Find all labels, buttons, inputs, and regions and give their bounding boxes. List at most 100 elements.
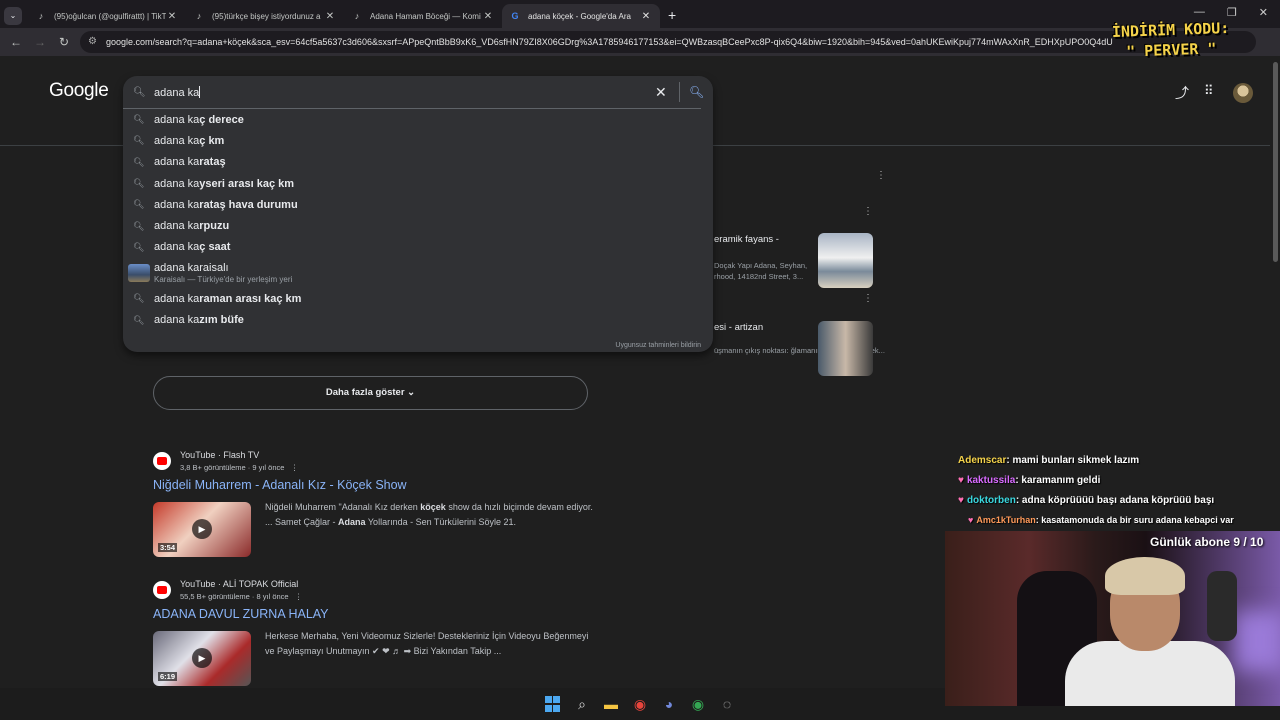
clear-search-icon[interactable]: ✕ [655, 84, 667, 101]
tab-title: adana köçek - Google'da Ara [528, 11, 631, 21]
suggestion-prefix: adana ka [154, 292, 200, 305]
address-bar[interactable]: ⚙ google.com/search?q=adana+köçek&sca_es… [80, 31, 1256, 53]
chat-message: ♥ kaktussila: karamanım geldi [958, 475, 1100, 486]
more-options-icon[interactable]: ⋮ [876, 170, 886, 181]
search-icon: 🔍︎ [133, 87, 146, 98]
side-card-title[interactable]: eramik fayans - [714, 234, 779, 245]
browser-tab[interactable]: ♪ (95)türkçe bişey istiyordunuz a ✕ [186, 4, 344, 28]
show-more-button[interactable]: Daha fazla göster ⌄ [153, 376, 588, 410]
chat-text: : karamanım geldi [1015, 475, 1101, 486]
new-tab-plus-icon[interactable]: + [668, 7, 676, 23]
suggestion-prefix: adana ka [154, 113, 200, 126]
suggestion-completion: ç km [199, 134, 225, 147]
close-tab-icon[interactable]: ✕ [166, 11, 178, 22]
search-input-row: 🔍︎ adana ka ✕ 🔍︎ [123, 76, 704, 109]
promo-code-overlay: İNDİRİM KODU: " PERVER " [1103, 18, 1238, 67]
suggestion-text: adana kaç saat [154, 241, 230, 253]
apps-grid-icon[interactable]: ⠿ [1204, 83, 1214, 99]
search-icon: 🔍︎ [133, 241, 145, 252]
suggestion-prefix: adana ka [154, 177, 200, 190]
account-avatar[interactable] [1233, 83, 1253, 103]
suggestion-item[interactable]: 🔍︎ adana kaç saat [123, 237, 713, 258]
search-icon[interactable]: ⌕ [574, 696, 590, 712]
suggestion-item[interactable]: 🔍︎ adana kazım büfe [123, 309, 713, 330]
google-logo[interactable]: Google [49, 80, 109, 102]
search-icon: 🔍︎ [133, 314, 145, 325]
result-source[interactable]: YouTube · ALİ TOPAK Official [180, 579, 298, 589]
suggestion-completion: zım büfe [199, 314, 244, 327]
more-options-icon[interactable]: ⋮ [863, 206, 873, 217]
tab-title: (95)türkçe bişey istiyordunuz a [212, 11, 321, 21]
heart-badge-icon: ♥ [958, 495, 964, 506]
video-duration: 6:19 [158, 672, 178, 681]
chrome-icon[interactable]: ◉ [632, 696, 648, 712]
reload-icon[interactable]: ↻ [52, 35, 76, 49]
scrollbar-thumb[interactable] [1273, 62, 1278, 262]
suggestion-item[interactable]: 🔍︎ adana kayseri arası kaç km [123, 173, 713, 194]
suggestion-text: adana kaç km [154, 135, 224, 147]
minimize-icon[interactable]: — [1194, 6, 1205, 19]
suggestion-completion: yseri arası kaç km [199, 177, 295, 190]
suggestion-item[interactable]: adana karaisalı Karaisalı — Türkiye'de bi… [123, 258, 713, 288]
result-title-link[interactable]: Niğdeli Muharrem - Adanalı Kız - Köçek S… [153, 478, 407, 492]
browser-tab-active[interactable]: G adana köçek - Google'da Ara ✕ [502, 4, 660, 28]
result-meta-text: 3,8 B+ görüntüleme · 9 yıl önce [180, 463, 285, 472]
close-tab-icon[interactable]: ✕ [324, 11, 336, 22]
suggestion-item[interactable]: 🔍︎ adana karpuzu [123, 215, 713, 236]
divider [679, 82, 680, 102]
chevron-down-icon: ⌄ [407, 387, 416, 398]
video-thumbnail[interactable]: ▶ 3:54 [153, 502, 251, 557]
chrome-icon[interactable]: ◉ [690, 696, 706, 712]
suggestion-prefix: adana ka [154, 241, 200, 254]
video-result: YouTube · Flash TV 3,8 B+ görüntüleme · … [153, 450, 613, 562]
suggestion-item[interactable]: 🔍︎ adana karaman arası kaç km [123, 288, 713, 309]
browser-tab[interactable]: ♪ (95)oğulcan (@ogulfirattt) | TikT ✕ [28, 4, 186, 28]
close-window-icon[interactable]: ✕ [1259, 6, 1268, 19]
google-icon: G [511, 11, 519, 21]
chat-username: Ademscar [958, 455, 1007, 466]
desc-bold: köçek [420, 502, 446, 512]
site-info-icon[interactable]: ⚙ [88, 31, 97, 53]
chat-message: Ademscar: mami bunları sikmek lazım [958, 455, 1139, 466]
tiktok-icon: ♪ [196, 11, 202, 21]
side-card-image[interactable] [818, 321, 873, 376]
close-tab-icon[interactable]: ✕ [640, 11, 652, 22]
microphone [1207, 571, 1237, 641]
discord-icon[interactable]: ◕ [661, 696, 677, 712]
search-icon: 🔍︎ [133, 293, 145, 304]
browser-tab[interactable]: ♪ Adana Hamam Böceği — Komi ✕ [344, 4, 502, 28]
file-explorer-icon[interactable]: ▬ [603, 696, 619, 712]
search-icon: 🔍︎ [133, 114, 145, 125]
suggestion-item[interactable]: 🔍︎ adana kaç km [123, 130, 713, 151]
search-submit-icon[interactable]: 🔍︎ [689, 85, 704, 99]
suggestion-list: 🔍︎ adana kaç derece 🔍︎ adana kaç km 🔍︎ adana … [123, 109, 713, 331]
more-options-icon[interactable]: ⋮ [287, 463, 299, 472]
suggestion-item[interactable]: 🔍︎ adana karataş hava durumu [123, 194, 713, 215]
share-icon[interactable]: ⤴ [1175, 83, 1189, 103]
tiktok-icon: ♪ [354, 11, 360, 21]
video-thumbnail[interactable]: ▶ 6:19 [153, 631, 251, 686]
more-options-icon[interactable]: ⋮ [863, 293, 873, 304]
suggestion-completion: rataş [199, 156, 226, 169]
result-meta: 3,8 B+ görüntüleme · 9 yıl önce ⋮ [180, 463, 298, 472]
back-arrow-icon[interactable]: ← [4, 35, 28, 49]
obs-icon[interactable]: ◌ [719, 696, 735, 712]
suggestion-prefix: adana karaisalı [154, 262, 229, 275]
result-title-link[interactable]: ADANA DAVUL ZURNA HALAY [153, 607, 329, 621]
close-tab-icon[interactable]: ✕ [482, 11, 494, 22]
search-icon: 🔍︎ [133, 135, 145, 146]
forward-arrow-icon[interactable]: → [28, 35, 52, 49]
side-card-snippet: Doçak Yapı Adana, Seyhan, rhood, 14182nd… [714, 261, 808, 281]
chat-message: ♥ Amc1kTurhan: kasatamonuda da bir suru a… [968, 515, 1234, 525]
side-card-image[interactable] [818, 233, 873, 288]
suggestion-item[interactable]: 🔍︎ adana kaç derece [123, 109, 713, 130]
tab-search-chevron-icon[interactable]: ⌄ [4, 7, 22, 25]
desc-bold: Adana [338, 517, 366, 527]
windows-start-icon[interactable] [545, 696, 561, 712]
suggestion-item[interactable]: 🔍︎ adana karataş [123, 152, 713, 173]
search-input[interactable]: adana ka [154, 86, 200, 99]
more-options-icon[interactable]: ⋮ [291, 592, 303, 601]
report-predictions-link[interactable]: Uygunsuz tahminleri bildirin [615, 342, 701, 349]
result-source[interactable]: YouTube · Flash TV [180, 450, 259, 460]
side-card-title[interactable]: esi - artizan [714, 322, 763, 333]
